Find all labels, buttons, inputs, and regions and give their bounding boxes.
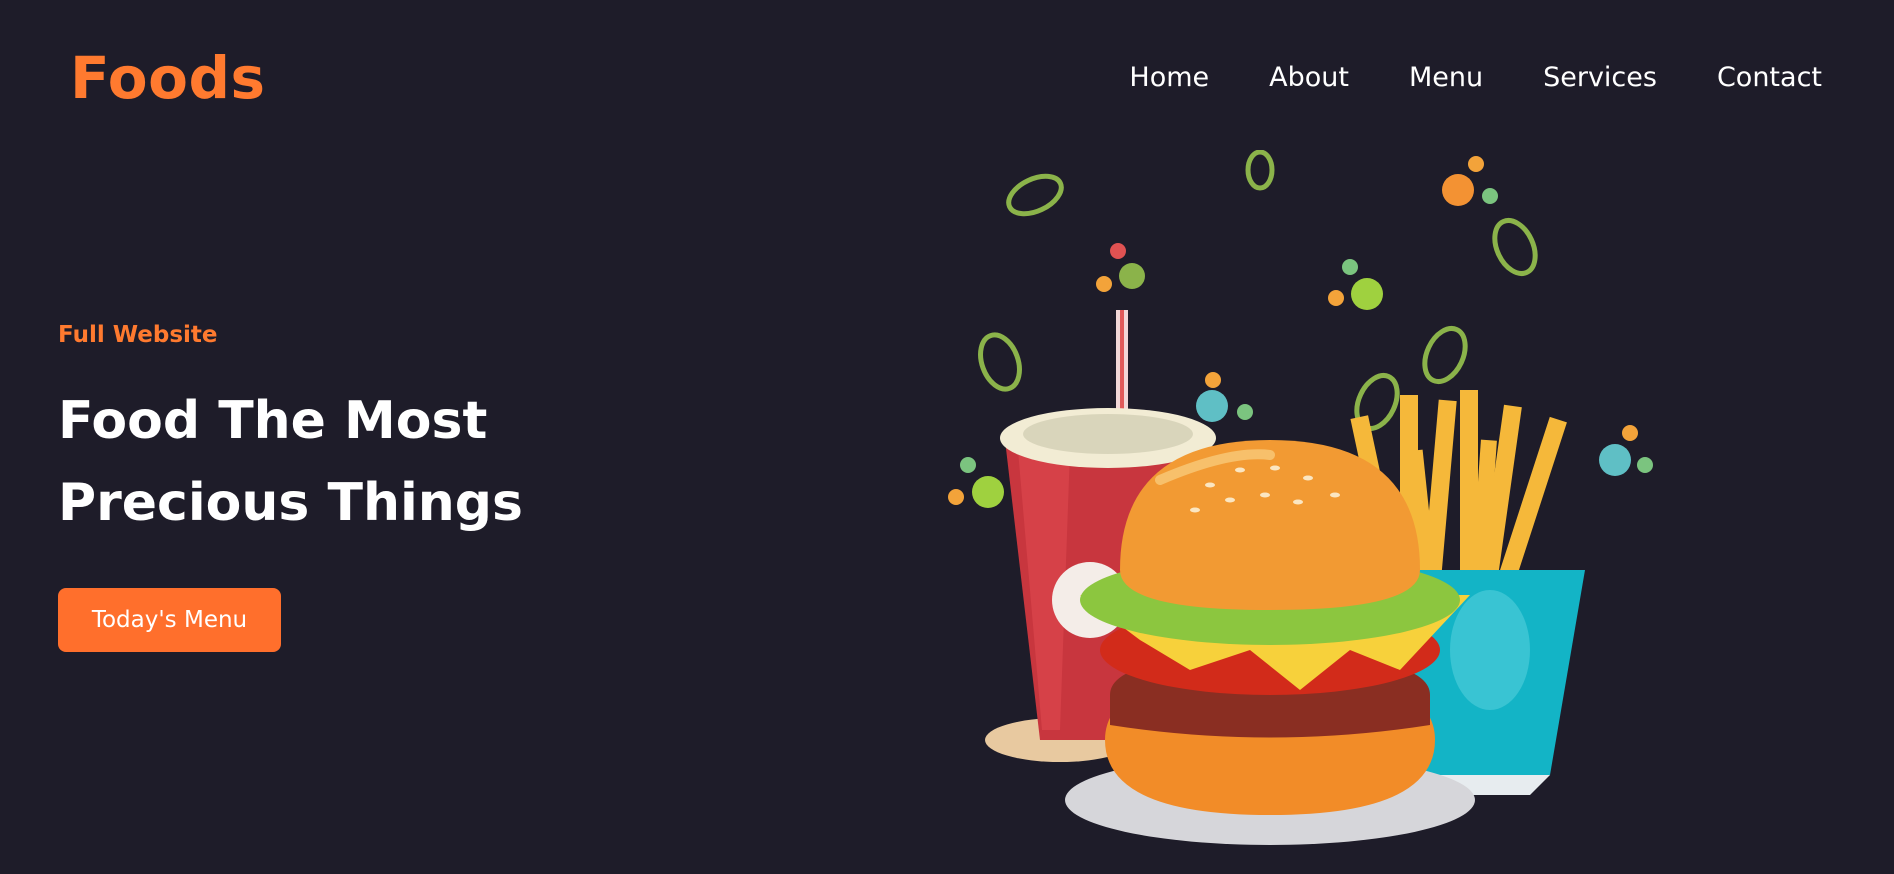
food-illustration xyxy=(948,150,1653,845)
nav-about[interactable]: About xyxy=(1269,60,1349,96)
nav-services[interactable]: Services xyxy=(1543,60,1657,96)
todays-menu-button[interactable]: Today's Menu xyxy=(58,588,281,652)
hero-title-line-1: Food The Most xyxy=(58,391,488,451)
logo[interactable]: Foods xyxy=(70,42,266,114)
hero-eyebrow: Full Website xyxy=(58,322,218,348)
nav-home[interactable]: Home xyxy=(1129,60,1209,96)
nav-contact[interactable]: Contact xyxy=(1717,60,1822,96)
nav-menu[interactable]: Menu xyxy=(1409,60,1483,96)
hero-title: Food The Most Precious Things xyxy=(58,380,618,544)
main-nav: Home About Menu Services Contact xyxy=(1129,60,1822,96)
hero-title-line-2: Precious Things xyxy=(58,473,523,533)
